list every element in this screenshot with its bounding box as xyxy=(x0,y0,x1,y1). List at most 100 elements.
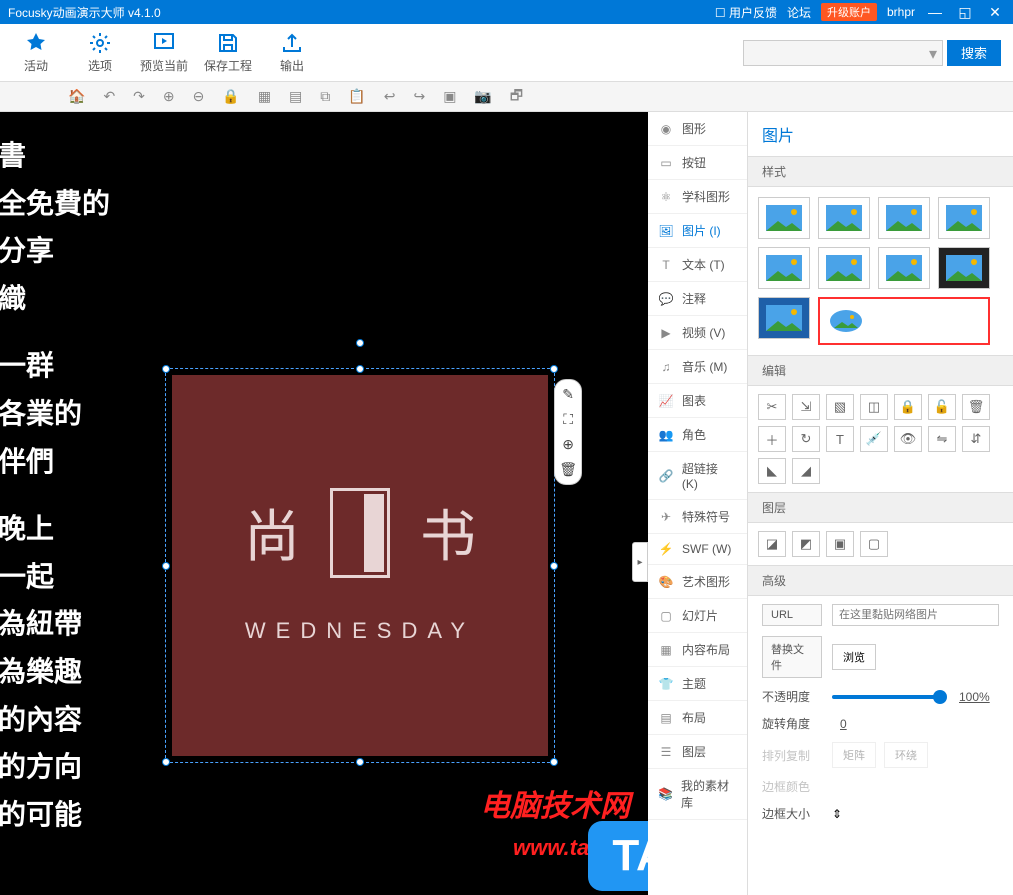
copy-icon[interactable]: ⧉ xyxy=(320,88,330,105)
bring-forward-button[interactable]: ▣ xyxy=(826,531,854,557)
collapse-handle[interactable]: ▸ xyxy=(632,542,648,582)
style-thumb[interactable] xyxy=(758,247,810,289)
resize-handle[interactable] xyxy=(162,758,170,766)
insert-slide[interactable]: ▢幻灯片 xyxy=(648,599,747,633)
insert-library[interactable]: 📚我的素材库 xyxy=(648,769,747,820)
options-button[interactable]: 选项 xyxy=(68,31,132,74)
style-thumb[interactable] xyxy=(938,197,990,239)
border-size-control[interactable]: ⇕ xyxy=(832,807,842,821)
unlock-button[interactable]: 🔓 xyxy=(928,394,956,420)
rotation-value[interactable]: 0 xyxy=(840,717,880,731)
edit-icon[interactable]: ✎ xyxy=(559,386,577,403)
mask-button[interactable]: ▧ xyxy=(826,394,854,420)
style-thumb[interactable] xyxy=(818,247,870,289)
add-icon[interactable]: ⊕ xyxy=(559,436,577,453)
resize-handle[interactable] xyxy=(162,562,170,570)
trash-button[interactable]: 🗑 xyxy=(962,394,990,420)
insert-art[interactable]: 🎨艺术图形 xyxy=(648,565,747,599)
rotate-l-button[interactable]: ◣ xyxy=(758,458,786,484)
home-icon[interactable]: 🏠 xyxy=(68,88,85,105)
delete-icon[interactable]: 🗑 xyxy=(559,461,577,478)
resize-handle[interactable] xyxy=(550,365,558,373)
insert-shapes[interactable]: ◉图形 xyxy=(648,112,747,146)
url-input[interactable] xyxy=(832,604,999,626)
flip-h-button[interactable]: ⇋ xyxy=(928,426,956,452)
layers-icon[interactable]: ▣ xyxy=(443,88,456,105)
align-icon[interactable]: ▤ xyxy=(289,88,302,105)
insert-role[interactable]: 👥角色 xyxy=(648,418,747,452)
opacity-value[interactable]: 100% xyxy=(959,690,999,704)
flip-v-button[interactable]: ⇵ xyxy=(962,426,990,452)
insert-image[interactable]: 🖼图片 (I) xyxy=(648,214,747,248)
send-back-button[interactable]: ◩ xyxy=(792,531,820,557)
bring-front-button[interactable]: ◪ xyxy=(758,531,786,557)
insert-layout2[interactable]: ▤布局 xyxy=(648,701,747,735)
feedback-link[interactable]: ☐ 用户反馈 xyxy=(715,4,777,21)
activity-button[interactable]: 活动 xyxy=(4,31,68,74)
resize-handle[interactable] xyxy=(550,562,558,570)
insert-swf[interactable]: ⚡SWF (W) xyxy=(648,534,747,565)
style-thumb[interactable] xyxy=(938,247,990,289)
eyedrop-button[interactable]: 💉 xyxy=(860,426,888,452)
rotate-r-button[interactable]: ◢ xyxy=(792,458,820,484)
resize-handle[interactable] xyxy=(356,758,364,766)
insert-text[interactable]: T文本 (T) xyxy=(648,248,747,282)
insert-hyperlink[interactable]: 🔗超链接 (K) xyxy=(648,452,747,500)
refresh-button[interactable]: ↻ xyxy=(792,426,820,452)
add-button[interactable]: ＋ xyxy=(758,426,786,452)
insert-music[interactable]: ♫音乐 (M) xyxy=(648,350,747,384)
resize-handle[interactable] xyxy=(550,758,558,766)
send-backward-button[interactable]: ▢ xyxy=(860,531,888,557)
transform-button[interactable]: ⇲ xyxy=(792,394,820,420)
crop-button[interactable]: ✂ xyxy=(758,394,786,420)
lock-button[interactable]: 🔒 xyxy=(894,394,922,420)
insert-layout[interactable]: ▦内容布局 xyxy=(648,633,747,667)
insert-subject[interactable]: ⚛学科图形 xyxy=(648,180,747,214)
search-button[interactable]: 搜索 xyxy=(947,40,1001,66)
canvas[interactable]: 尚書完全免費的與分享組織 是一群行各業的夥伴們 三晚上在一起作為紐帶作為樂趣体的… xyxy=(0,112,648,895)
expand-icon[interactable]: ⛶ xyxy=(559,411,577,428)
insert-layers[interactable]: ☰图层 xyxy=(648,735,747,769)
selected-image[interactable]: 尚 书 WEDNESDAY ✎ ⛶ ⊕ 🗑 xyxy=(165,368,555,763)
style-thumb-round[interactable] xyxy=(820,300,872,342)
lock-icon[interactable]: 🔒 xyxy=(222,88,239,105)
close-button[interactable]: ✕ xyxy=(985,4,1005,21)
style-thumb[interactable] xyxy=(878,197,930,239)
eye-button[interactable]: 👁 xyxy=(894,426,922,452)
save-button[interactable]: 保存工程 xyxy=(196,31,260,74)
rotate-handle[interactable] xyxy=(356,339,364,347)
insert-button[interactable]: ▭按钮 xyxy=(648,146,747,180)
insert-video[interactable]: ▶视频 (V) xyxy=(648,316,747,350)
zoom-out-icon[interactable]: ⊖ xyxy=(193,88,205,105)
minimize-button[interactable]: — xyxy=(925,4,945,20)
style-thumb[interactable] xyxy=(878,247,930,289)
matrix-button[interactable]: 矩阵 xyxy=(832,742,876,768)
search-input[interactable] xyxy=(743,40,943,66)
preview-button[interactable]: 预览当前 xyxy=(132,31,196,74)
style-thumb[interactable] xyxy=(818,197,870,239)
browse-button[interactable]: 浏览 xyxy=(832,644,876,670)
username[interactable]: brhpr xyxy=(887,5,915,19)
paste-icon[interactable]: 📋 xyxy=(348,88,365,105)
insert-theme[interactable]: 👕主题 xyxy=(648,667,747,701)
redo-icon[interactable]: ↷ xyxy=(133,88,145,105)
forward-icon[interactable]: ↪ xyxy=(413,88,425,105)
grid-icon[interactable]: ▦ xyxy=(258,88,271,105)
camera-icon[interactable]: 📷 xyxy=(474,88,491,105)
insert-comment[interactable]: 💬注释 xyxy=(648,282,747,316)
insert-chart[interactable]: 📈图表 xyxy=(648,384,747,418)
insert-special[interactable]: ✈特殊符号 xyxy=(648,500,747,534)
style-thumb[interactable] xyxy=(758,197,810,239)
opacity-slider[interactable] xyxy=(832,695,941,699)
export-button[interactable]: 输出 xyxy=(260,31,324,74)
resize-handle[interactable] xyxy=(162,365,170,373)
zoom-in-icon[interactable]: ⊕ xyxy=(163,88,175,105)
frames-icon[interactable]: 🗗 xyxy=(510,85,523,109)
forum-link[interactable]: 论坛 xyxy=(787,4,811,21)
back-icon[interactable]: ↩ xyxy=(384,88,396,105)
upgrade-badge[interactable]: 升级账户 xyxy=(821,3,877,21)
text-button[interactable]: T xyxy=(826,426,854,452)
style-thumb[interactable] xyxy=(758,297,810,339)
resize-handle[interactable] xyxy=(356,365,364,373)
maximize-button[interactable]: ◱ xyxy=(955,4,975,21)
